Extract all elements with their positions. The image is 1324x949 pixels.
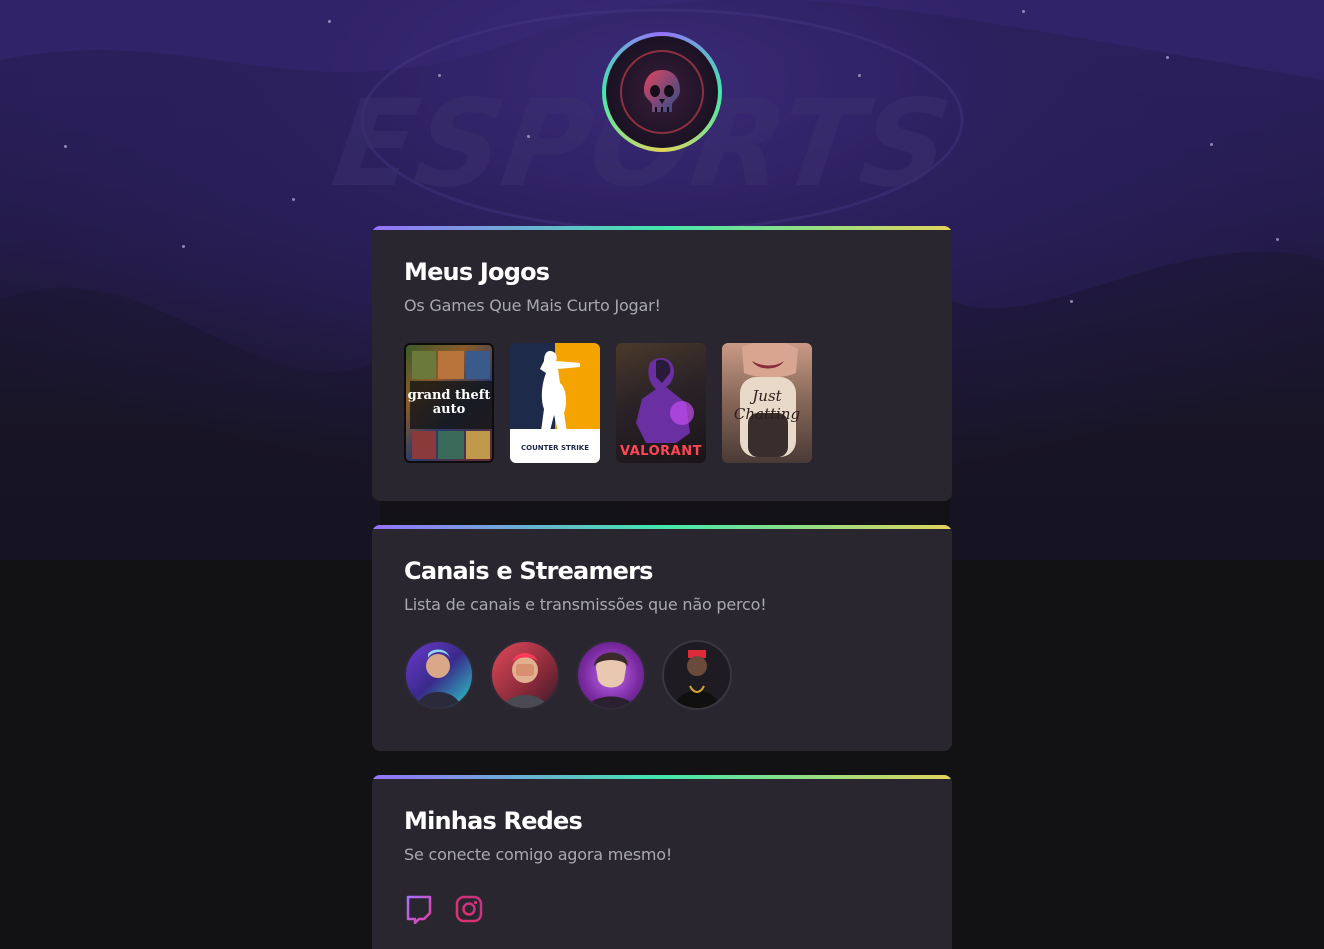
- skull-icon: [644, 70, 680, 112]
- instagram-icon: [455, 895, 483, 923]
- socials-list: [404, 894, 920, 925]
- twitch-link[interactable]: [404, 894, 434, 925]
- twitch-icon: [406, 895, 432, 925]
- socials-title: Minhas Redes: [404, 807, 583, 835]
- game-gta-v-label: grand theft auto: [407, 388, 491, 417]
- game-counter-strike[interactable]: COUNTER STRIKE: [510, 343, 600, 463]
- streamer-2-avatar: [502, 653, 548, 708]
- streamers-list: [404, 640, 920, 710]
- streamers-card: Canais e Streamers Lista de canais e tra…: [372, 525, 952, 751]
- socials-subtitle: Se conecte comigo agora mesmo!: [404, 845, 673, 864]
- streamer-3-avatar: [586, 652, 636, 708]
- instagram-link[interactable]: [454, 894, 484, 924]
- games-title: Meus Jogos: [404, 258, 550, 286]
- socials-card: Minhas Redes Se conecte comigo agora mes…: [372, 775, 952, 949]
- streamer-avatar-4[interactable]: [662, 640, 732, 710]
- streamer-1-avatar: [416, 649, 462, 708]
- streamers-title: Canais e Streamers: [404, 557, 653, 585]
- game-just-chatting[interactable]: Just Chatting: [722, 343, 812, 463]
- profile-avatar: [602, 32, 722, 152]
- games-card: Meus Jogos Os Games Que Mais Curto Jogar…: [372, 226, 952, 501]
- games-subtitle: Os Games Que Mais Curto Jogar!: [404, 296, 661, 315]
- streamer-avatar-3[interactable]: [576, 640, 646, 710]
- game-gta-v[interactable]: grand theft auto: [404, 343, 494, 463]
- game-valorant-label: VALORANT: [620, 444, 702, 459]
- games-list: grand theft auto COUNTER STRIKE VALORANT: [404, 343, 920, 463]
- streamer-avatar-1[interactable]: [404, 640, 474, 710]
- streamer-4-avatar: [674, 650, 720, 708]
- streamers-subtitle: Lista de canais e transmissões que não p…: [404, 595, 767, 614]
- game-valorant[interactable]: VALORANT: [616, 343, 706, 463]
- game-just-chatting-label: Just Chatting: [733, 387, 801, 423]
- game-counter-strike-label: COUNTER STRIKE: [520, 444, 590, 452]
- streamer-avatar-2[interactable]: [490, 640, 560, 710]
